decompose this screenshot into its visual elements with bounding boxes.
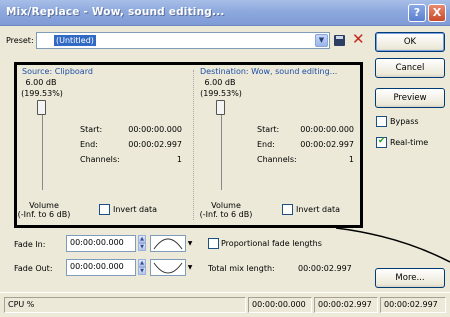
total-mix-label: Total mix length: [208,264,275,273]
cpu-indicator: CPU % [4,297,246,313]
fade-out-spinner[interactable]: ▲ ▼ [138,259,146,276]
fade-out-input[interactable]: 00:00:00.000 [66,259,136,276]
proportional-fade-checkbox[interactable] [208,238,219,249]
total-mix-value: 00:00:02.997 [298,264,352,273]
fade-in-curve-dropdown[interactable]: ▼ [186,235,194,252]
fade-out-curve-dropdown[interactable]: ▼ [186,259,194,276]
fade-in-curve-button[interactable] [150,235,186,252]
status-selection-start: 00:00:00.000 [248,297,312,313]
fade-out-curve-button[interactable] [150,259,186,276]
fade-curve-icon [153,238,183,250]
status-selection-length: 00:00:02.997 [380,297,446,313]
status-selection-end: 00:00:02.997 [314,297,378,313]
status-bar: CPU % 00:00:00.000 00:00:02.997 00:00:02… [0,292,450,317]
fade-in-label: Fade In: [14,240,46,249]
fade-in-input[interactable]: 00:00:00.000 [66,235,136,252]
fade-out-label: Fade Out: [14,264,53,273]
proportional-fade-label: Proportional fade lengths [221,239,322,248]
fade-curve-icon [153,262,183,274]
fade-in-spinner[interactable]: ▲ ▼ [138,235,146,252]
